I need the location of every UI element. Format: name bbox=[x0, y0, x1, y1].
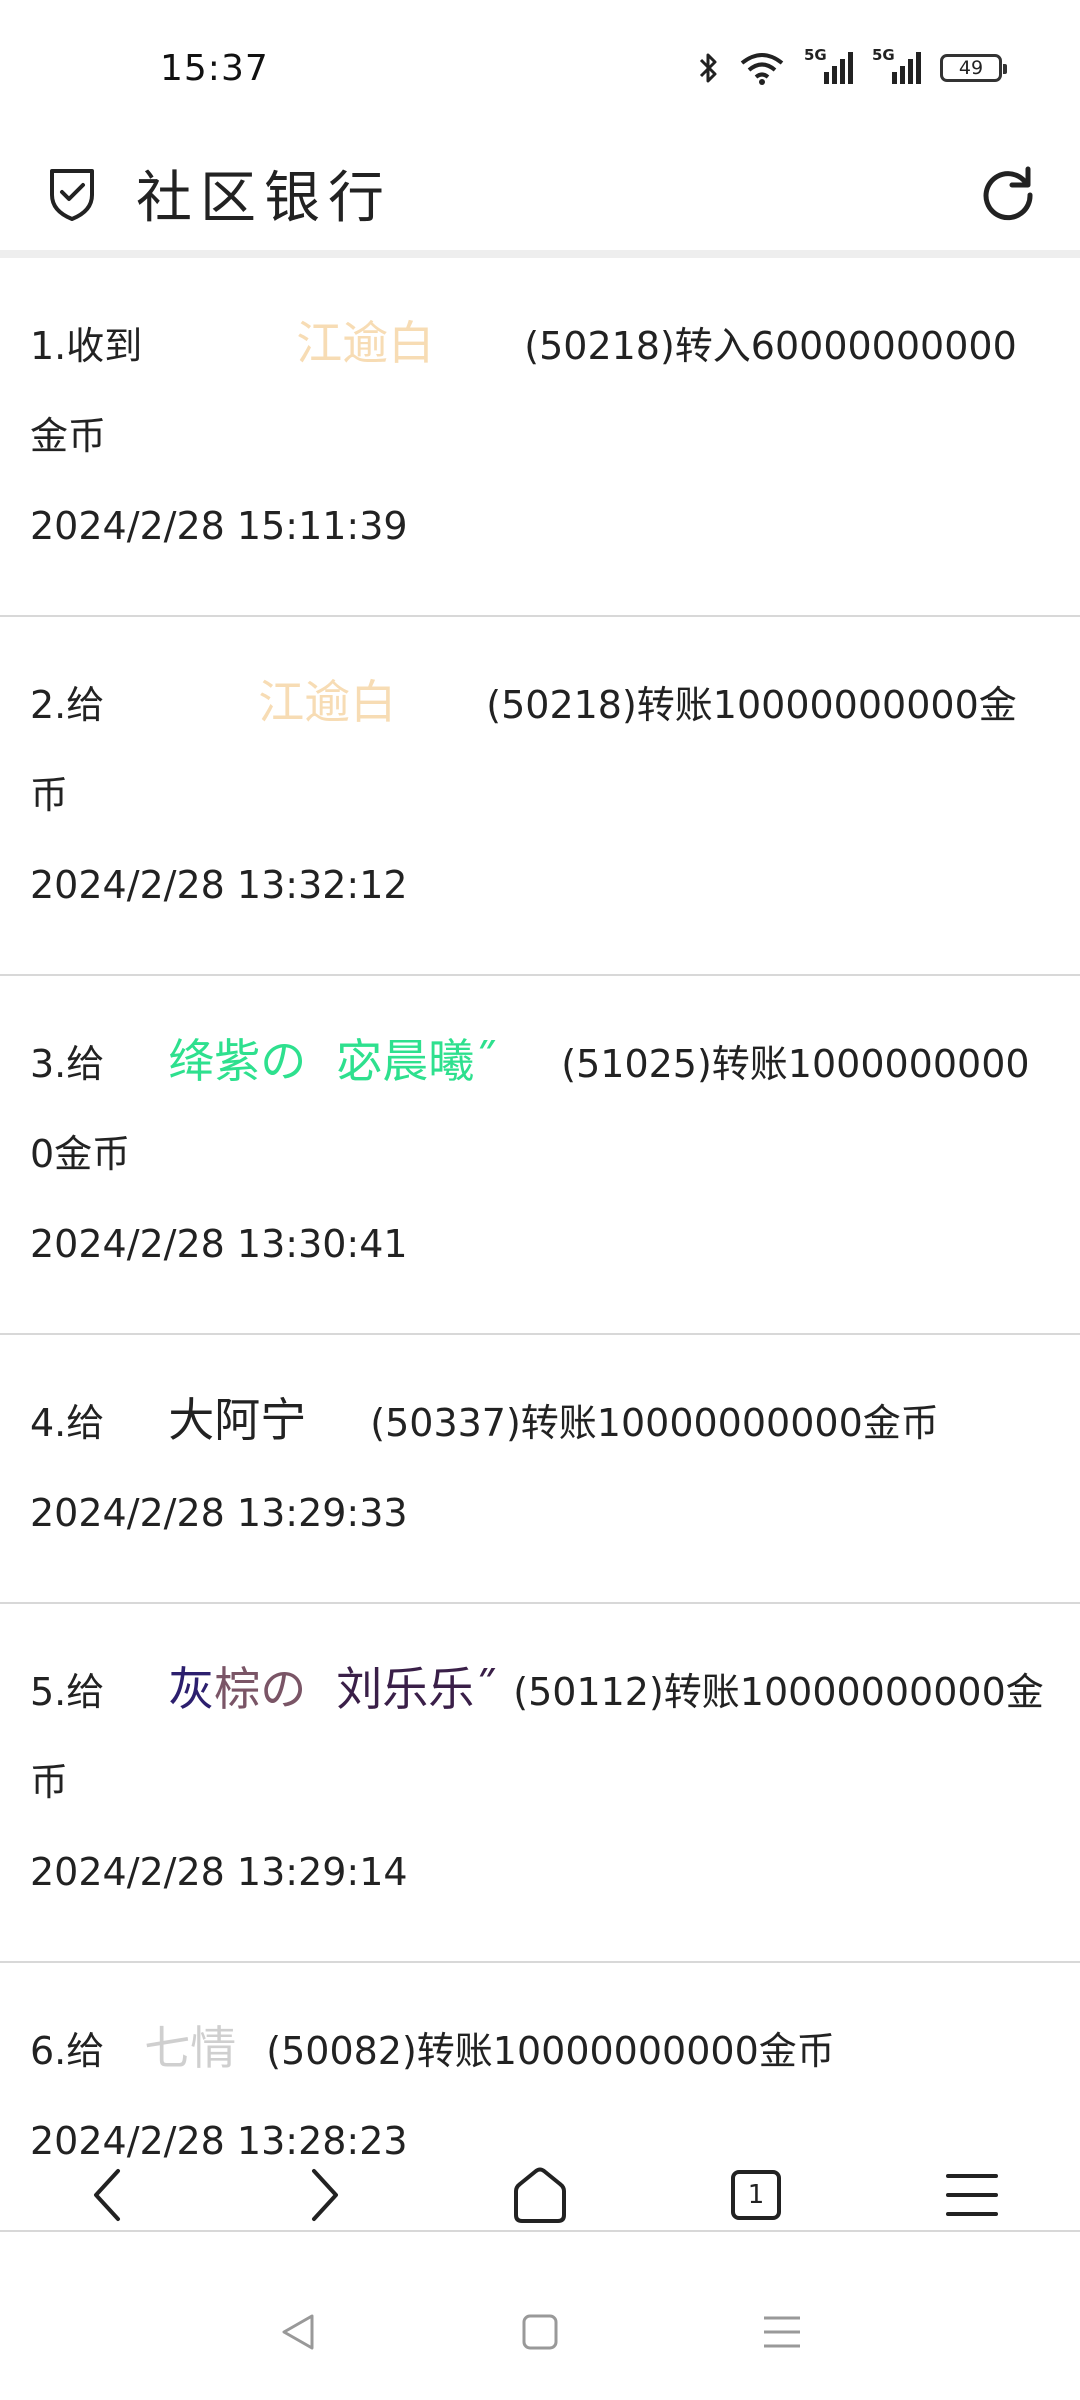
chevron-right-icon bbox=[312, 2169, 338, 2221]
refresh-icon[interactable] bbox=[976, 161, 1040, 225]
tx-user-name: 江逾白 bbox=[258, 675, 397, 729]
transaction-text: 1.收到 江逾白 (50218)转入60000000000金币 bbox=[30, 298, 1050, 481]
tx-detail: (50337)转账10000000000金币 bbox=[370, 1401, 939, 1445]
transaction-list: 1.收到 江逾白 (50218)转入60000000000金币 2024/2/28 … bbox=[0, 258, 1080, 2232]
page-title: 社区银行 bbox=[136, 165, 392, 231]
back-button[interactable] bbox=[58, 2145, 158, 2245]
tx-user-name-part: 绛紫の bbox=[168, 1034, 307, 1088]
system-home-icon[interactable] bbox=[520, 2312, 560, 2352]
transaction-text: 4.给 大阿宁 (50337)转账10000000000金币 bbox=[30, 1375, 1050, 1468]
wifi-icon bbox=[740, 53, 784, 85]
home-icon bbox=[514, 2167, 566, 2223]
transaction-item: 1.收到 江逾白 (50218)转入60000000000金币 2024/2/28 … bbox=[0, 258, 1080, 617]
transaction-text: 6.给 七情 (50082)转账10000000000金币 bbox=[30, 2003, 1050, 2096]
battery-level: 49 bbox=[958, 57, 984, 79]
system-recents-icon[interactable] bbox=[760, 2312, 804, 2352]
signal-5g-icon: 5G bbox=[804, 46, 854, 86]
tx-prefix: 1.收到 bbox=[30, 324, 143, 368]
status-icons: 5G 5G 49 bbox=[698, 46, 1007, 86]
tx-date: 2024/2/28 15:11:39 bbox=[30, 504, 408, 548]
status-time: 15:37 bbox=[160, 47, 269, 89]
header-divider bbox=[0, 250, 1080, 258]
tx-user-name-part: 灰 bbox=[168, 1662, 215, 1716]
transaction-item: 2.给 江逾白 (50218)转账10000000000金币 2024/2/28 1… bbox=[0, 617, 1080, 976]
tx-date: 2024/2/28 13:29:33 bbox=[30, 1491, 408, 1535]
system-nav-bar bbox=[0, 2272, 1080, 2392]
tx-user-name: 江逾白 bbox=[296, 316, 435, 370]
menu-icon bbox=[946, 2174, 998, 2216]
signal-5g-icon-2: 5G bbox=[872, 46, 922, 86]
tab-count: 1 bbox=[747, 2180, 765, 2210]
home-button[interactable] bbox=[490, 2145, 590, 2245]
tx-date: 2024/2/28 13:30:41 bbox=[30, 1222, 408, 1266]
tx-prefix: 3.给 bbox=[30, 1042, 105, 1086]
app-header: 社区银行 bbox=[0, 136, 1080, 250]
tx-date: 2024/2/28 13:32:12 bbox=[30, 863, 408, 907]
tx-prefix: 6.给 bbox=[30, 2029, 105, 2073]
battery-icon: 49 bbox=[940, 54, 1007, 82]
tx-prefix: 2.给 bbox=[30, 683, 105, 727]
tx-user-name: 大阿宁 bbox=[168, 1393, 307, 1447]
chevron-left-icon bbox=[94, 2169, 120, 2221]
tx-date: 2024/2/28 13:29:14 bbox=[30, 1850, 408, 1894]
tx-user-name-part-2: 棕の bbox=[214, 1662, 307, 1716]
forward-button[interactable] bbox=[274, 2145, 374, 2245]
transaction-text: 3.给 绛紫の 宓晨曦˝ (51025)转账10000000000金币 bbox=[30, 1016, 1050, 1199]
system-back-icon[interactable] bbox=[276, 2310, 320, 2354]
transaction-item: 4.给 大阿宁 (50337)转账10000000000金币 2024/2/28 1… bbox=[0, 1335, 1080, 1604]
transaction-item: 5.给 灰棕の 刘乐乐˝ (50112)转账10000000000金币 2024/2/… bbox=[0, 1604, 1080, 1963]
tx-user-name-part-3: 刘乐乐˝ bbox=[336, 1662, 498, 1716]
tx-user-name: 七情 bbox=[144, 2021, 237, 2075]
transaction-text: 2.给 江逾白 (50218)转账10000000000金币 bbox=[30, 657, 1050, 840]
tx-detail: (50218)转入60000000000金币 bbox=[30, 324, 1017, 458]
browser-toolbar: 1 bbox=[0, 2130, 1080, 2260]
menu-button[interactable] bbox=[922, 2145, 1022, 2245]
tx-user-name-part-2: 宓晨曦˝ bbox=[336, 1034, 498, 1088]
transaction-text: 5.给 灰棕の 刘乐乐˝ (50112)转账10000000000金币 bbox=[30, 1644, 1050, 1827]
tabs-icon: 1 bbox=[731, 2170, 781, 2220]
tx-prefix: 4.给 bbox=[30, 1401, 105, 1445]
status-bar: 15:37 5G 5G 49 bbox=[0, 0, 1080, 136]
shield-check-icon[interactable] bbox=[40, 161, 104, 225]
tx-detail: (50082)转账10000000000金币 bbox=[266, 2029, 835, 2073]
tabs-button[interactable]: 1 bbox=[706, 2145, 806, 2245]
tx-detail: (50218)转账10000000000金币 bbox=[30, 683, 1017, 817]
transaction-item: 3.给 绛紫の 宓晨曦˝ (51025)转账10000000000金币 2024/2/… bbox=[0, 976, 1080, 1335]
bluetooth-icon bbox=[699, 53, 717, 83]
tx-prefix: 5.给 bbox=[30, 1670, 105, 1714]
